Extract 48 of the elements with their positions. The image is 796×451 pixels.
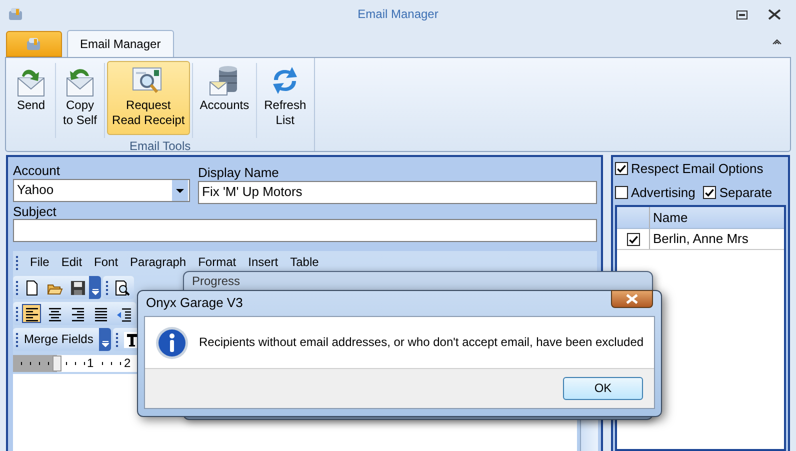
menu-item[interactable]: Table xyxy=(290,255,319,270)
ribbon-button[interactable]: Copy to Self xyxy=(58,61,102,135)
window-title: Email Manager xyxy=(356,7,440,22)
checkbox-label: Respect Email Options xyxy=(631,161,764,177)
checkbox[interactable] xyxy=(615,162,628,176)
ok-button[interactable]: OK xyxy=(563,377,643,400)
checkbox[interactable] xyxy=(615,186,628,199)
table-cell-text: Berlin, Anne Mrs xyxy=(652,230,748,248)
column-header: Name xyxy=(652,208,688,227)
info-icon xyxy=(155,326,189,360)
menu-item[interactable]: Insert xyxy=(248,255,278,270)
menu-item[interactable]: File xyxy=(30,255,50,270)
save-icon[interactable] xyxy=(68,278,87,298)
menu-item[interactable]: Font xyxy=(94,255,118,270)
group-label: Email Tools xyxy=(130,139,191,154)
close-icon xyxy=(625,294,639,304)
menu-item[interactable]: Paragraph xyxy=(130,255,186,270)
ribbon-button[interactable]: Send xyxy=(9,61,53,135)
subject-field[interactable] xyxy=(13,219,597,242)
align-left-icon[interactable] xyxy=(22,304,41,324)
ribbon-button[interactable]: Refresh List xyxy=(259,61,312,135)
checkbox[interactable] xyxy=(703,186,716,199)
window-title: Progress xyxy=(192,274,240,288)
account-dropdown[interactable]: Yahoo xyxy=(13,178,190,202)
toolbar-overflow-button[interactable] xyxy=(99,328,112,352)
collapse-ribbon-icon[interactable] xyxy=(772,38,782,45)
field-label: Subject xyxy=(13,204,58,220)
display-name-field[interactable]: Fix 'M' Up Motors xyxy=(198,180,597,204)
toolbox-icon xyxy=(25,37,43,51)
restore-icon[interactable] xyxy=(736,10,748,20)
close-button[interactable] xyxy=(611,290,653,308)
caret-icon xyxy=(92,289,98,296)
ribbon-tab[interactable]: Email Manager xyxy=(67,30,174,57)
checkbox-label: Advertising xyxy=(631,184,696,200)
field-label: Display Name xyxy=(198,165,280,181)
ribbon-button[interactable]: Accounts xyxy=(194,61,254,135)
menu-item[interactable]: Format xyxy=(198,255,236,270)
caret-icon xyxy=(102,341,109,348)
dialog-title: Onyx Garage V3 xyxy=(146,295,243,311)
menu-item[interactable]: Edit xyxy=(61,255,82,270)
dialog-message: Recipients without email addresses, or who don't accept email, have been excluded xyxy=(199,335,644,350)
app-icon xyxy=(7,6,25,22)
toolbar-overflow-button[interactable] xyxy=(89,276,101,300)
checkbox-label: Separate xyxy=(719,184,772,200)
checkbox[interactable] xyxy=(626,232,640,246)
field-label: Account xyxy=(13,163,61,179)
ribbon-button[interactable]: Request Read Receipt xyxy=(107,61,190,135)
close-icon[interactable] xyxy=(768,9,781,20)
